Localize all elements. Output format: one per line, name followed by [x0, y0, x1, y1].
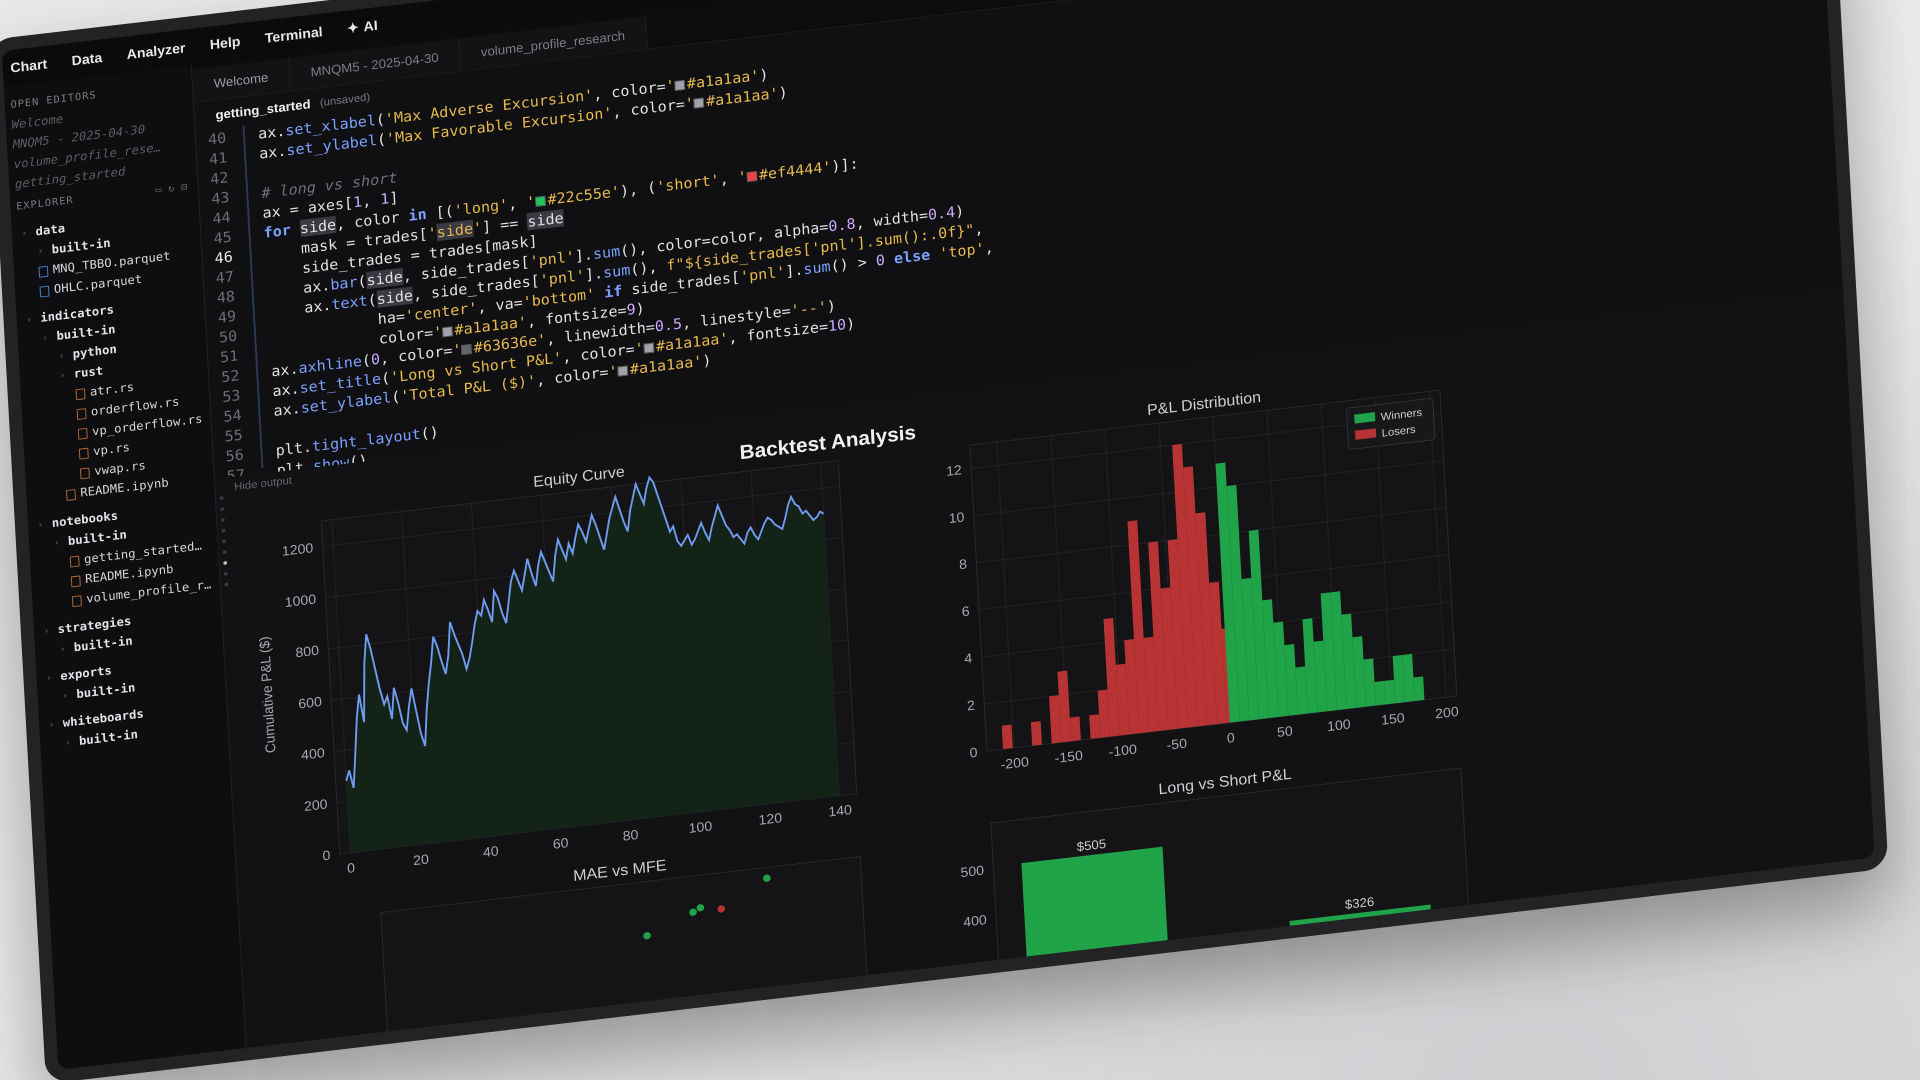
x-tick-label: 200 — [1435, 703, 1460, 721]
y-tick-label: 2 — [967, 697, 976, 714]
explorer-title: EXPLORER — [15, 193, 74, 213]
menu-analyzer[interactable]: Analyzer — [126, 40, 186, 62]
chevron-icon: › — [37, 246, 44, 257]
chevron-icon: › — [53, 538, 60, 549]
file-icon — [65, 489, 76, 501]
long-short-chart: Long vs Short P&L400500$505$326 — [960, 766, 1472, 1072]
chevron-icon: › — [43, 626, 50, 637]
file-tree: › data › built-in MNQ_TBBO.parquet OHLC.parqu… — [12, 204, 229, 757]
x-tick-label: 100 — [688, 818, 713, 836]
histogram-bar — [1089, 714, 1101, 739]
x-tick-label: 20 — [413, 851, 430, 868]
plot-area — [380, 855, 871, 1074]
pnl-bar-short — [1289, 904, 1438, 1041]
chevron-icon: › — [42, 332, 49, 344]
y-tick-label: 400 — [301, 744, 326, 762]
file-icon — [76, 408, 87, 420]
x-tick-label: 140 — [828, 801, 853, 819]
file-icon — [69, 555, 80, 568]
x-tick-label: 150 — [1381, 709, 1406, 727]
y-tick-label: 12 — [946, 462, 963, 479]
y-tick-label: 200 — [304, 796, 329, 814]
file-icon — [78, 447, 89, 460]
histogram-bar — [1413, 676, 1425, 701]
file-icon — [79, 467, 90, 480]
chevron-icon: › — [21, 228, 28, 239]
y-tick-label: 0 — [969, 744, 978, 761]
y-tick-label: 500 — [960, 862, 985, 880]
x-tick-label: 50 — [1277, 722, 1294, 739]
file-icon — [39, 285, 50, 298]
x-tick-label: -50 — [1166, 735, 1188, 753]
y-tick-label: 800 — [295, 642, 320, 660]
file-icon — [71, 595, 82, 608]
y-tick-label: 1200 — [281, 539, 314, 558]
sparkle-icon: ✦ — [346, 20, 360, 37]
laptop-screen: Chart Data Analyzer Help Terminal ✦ AI g… — [0, 0, 1889, 1080]
photo-backdrop: Chart Data Analyzer Help Terminal ✦ AI g… — [0, 0, 1920, 1080]
histogram-bar — [1001, 724, 1013, 750]
x-tick-label: 0 — [1226, 729, 1235, 746]
menu-help[interactable]: Help — [209, 34, 240, 53]
menu-ai-label: AI — [363, 17, 379, 35]
y-tick-label: 400 — [963, 911, 988, 929]
pnl-bar-long — [1021, 846, 1175, 1072]
x-tick-label: 0 — [347, 859, 356, 876]
breadcrumb-file: getting_started — [215, 96, 311, 123]
y-tick-label: 8 — [959, 556, 968, 573]
x-tick-label: -100 — [1108, 741, 1137, 760]
x-tick-label: 40 — [483, 843, 500, 860]
y-tick-label: 4 — [964, 650, 973, 667]
chevron-icon: › — [45, 672, 53, 684]
file-icon — [38, 265, 49, 278]
collapse-all-icon[interactable]: ⊟ — [181, 181, 189, 194]
menu-data[interactable]: Data — [71, 50, 102, 69]
file-icon — [70, 575, 81, 588]
histogram-bar — [1069, 716, 1081, 742]
menu-terminal[interactable]: Terminal — [264, 24, 323, 46]
refresh-icon[interactable]: ↻ — [168, 182, 176, 195]
chevron-icon: › — [48, 719, 55, 731]
y-tick-label: 10 — [948, 509, 965, 526]
chevron-icon: › — [62, 691, 69, 702]
x-tick-label: -150 — [1054, 747, 1083, 766]
histogram-bar — [1374, 680, 1386, 706]
chevron-icon: › — [64, 737, 71, 749]
equity-y-label: Cumulative P&L ($) — [256, 636, 279, 754]
chevron-icon: › — [59, 370, 66, 382]
mae-mfe-chart: MAE vs MFE — [380, 855, 871, 1074]
chevron-icon: › — [58, 350, 65, 362]
chevron-icon: › — [37, 519, 44, 531]
x-tick-label: 80 — [622, 826, 639, 843]
chevron-icon: › — [26, 314, 33, 326]
menu-chart[interactable]: Chart — [10, 56, 48, 76]
y-tick-label: 6 — [961, 603, 970, 620]
file-icon — [75, 388, 86, 401]
histogram-bar — [1030, 721, 1042, 746]
x-tick-label: 100 — [1327, 716, 1352, 734]
y-tick-label: 1000 — [284, 591, 317, 610]
unsaved-status: (unsaved) — [319, 90, 371, 109]
y-tick-label: 600 — [298, 693, 323, 711]
histogram-bar — [1384, 679, 1396, 705]
x-tick-label: 60 — [552, 834, 569, 851]
x-tick-label: -200 — [1000, 753, 1029, 772]
x-tick-label: 120 — [758, 809, 783, 827]
equity-curve-chart: 0200400600800100012000 20 40 60 80 100 120 140E… — [256, 459, 858, 876]
menu-ai[interactable]: ✦ AI — [347, 17, 379, 37]
file-icon — [77, 427, 88, 440]
pnl-distribution-chart: 024681012-200 -150 -100 -50 0 50 100 150 200P&L … — [946, 389, 1460, 772]
chevron-icon: › — [59, 644, 66, 655]
new-folder-icon[interactable]: ▭ — [155, 184, 163, 197]
y-tick-label: 0 — [322, 847, 331, 864]
